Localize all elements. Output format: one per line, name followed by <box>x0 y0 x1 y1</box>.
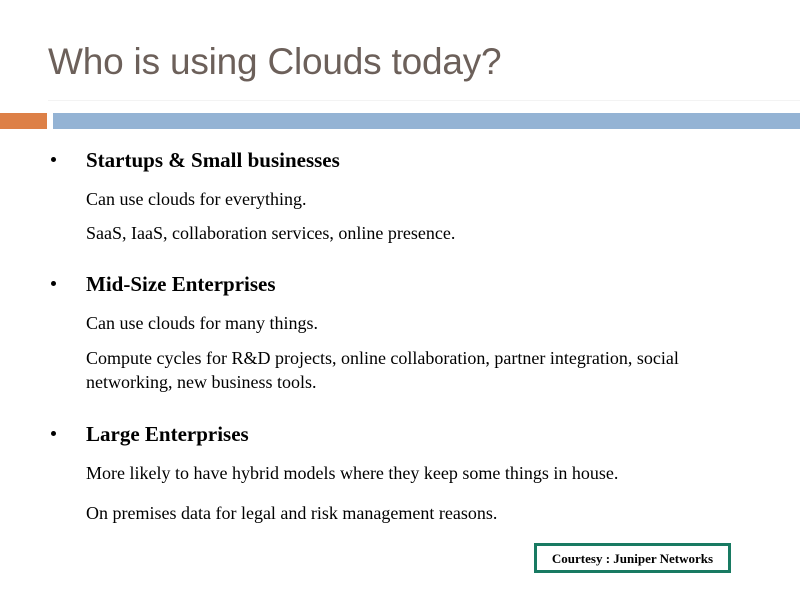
bullet-heading-label: Mid-Size Enterprises <box>86 272 276 296</box>
title-hairline-divider <box>48 100 800 101</box>
bullet-dot-icon <box>51 281 56 286</box>
slide-body: Startups & Small businesses Can use clou… <box>40 140 760 525</box>
courtesy-credit-box: Courtesy : Juniper Networks <box>534 543 731 573</box>
page-title: Who is using Clouds today? <box>48 41 502 82</box>
bullet-group-mid-size: Mid-Size Enterprises Can use clouds for … <box>40 270 760 394</box>
bullet-dot-icon <box>51 157 56 162</box>
bullet-sub-line: Compute cycles for R&D projects, online … <box>86 348 679 392</box>
bullet-heading-label: Large Enterprises <box>86 422 249 446</box>
bullet-heading-label: Startups & Small businesses <box>86 148 340 172</box>
bullet-dot-icon <box>51 431 56 436</box>
bullet-sub-line: Can use clouds for many things. <box>86 313 318 333</box>
slide-canvas: Who is using Clouds today? Startups & Sm… <box>0 0 800 600</box>
bullet-group-startups: Startups & Small businesses Can use clou… <box>40 146 760 245</box>
courtesy-credit-label: Courtesy : Juniper Networks <box>551 550 714 566</box>
bullet-heading: Startups & Small businesses <box>40 146 760 174</box>
bullet-sub-line: Can use clouds for everything. <box>86 189 307 209</box>
bullet-sub-line: More likely to have hybrid models where … <box>86 463 619 483</box>
bullet-sub-line: On premises data for legal and risk mana… <box>86 503 498 523</box>
bullet-heading: Large Enterprises <box>40 420 760 448</box>
accent-bar-blue <box>53 113 800 129</box>
accent-block-orange <box>0 113 47 129</box>
bullet-heading: Mid-Size Enterprises <box>40 270 760 298</box>
bullet-sub-line: SaaS, IaaS, collaboration services, onli… <box>86 223 456 243</box>
bullet-group-large: Large Enterprises More likely to have hy… <box>40 420 760 525</box>
